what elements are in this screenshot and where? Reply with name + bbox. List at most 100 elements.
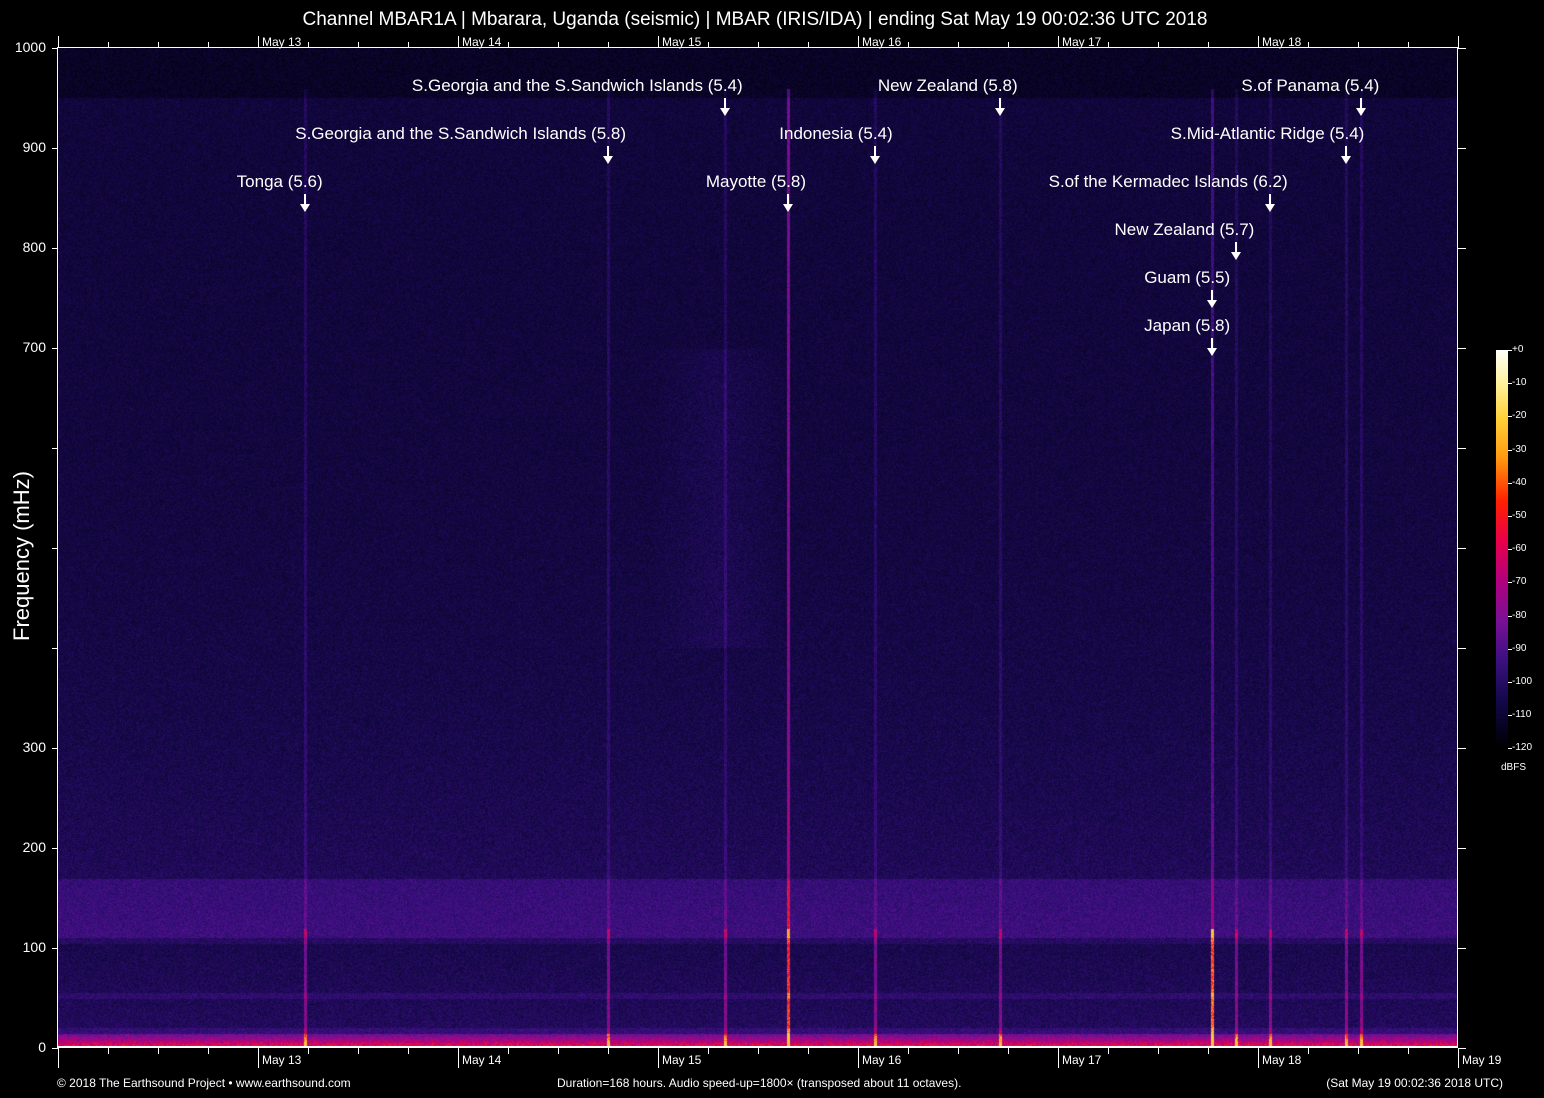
y-tick-right [1458, 948, 1466, 949]
x-tick [1008, 1048, 1009, 1054]
y-tick-right [1458, 248, 1466, 249]
x-tick [208, 1048, 209, 1054]
x-tick [1308, 1048, 1309, 1054]
x-tick-label-top: May 15 [662, 35, 701, 49]
x-tick-top [758, 42, 759, 48]
x-tick-label: May 14 [462, 1053, 501, 1067]
y-tick-label: 1000 [0, 39, 46, 55]
y-tick-right [1458, 348, 1466, 349]
event-label: S.Mid-Atlantic Ridge (5.4) [1171, 124, 1365, 144]
colorbar-tick-label: -120 [1512, 742, 1532, 753]
x-tick-top [308, 42, 309, 48]
x-tick [1208, 1048, 1209, 1054]
y-tick-right [1458, 48, 1466, 49]
x-tick-top [1258, 36, 1259, 48]
x-tick-top [958, 42, 959, 48]
y-tick [52, 448, 58, 449]
x-tick [1358, 1048, 1359, 1054]
x-tick-top [158, 42, 159, 48]
x-tick [1458, 1048, 1459, 1068]
x-tick-top [258, 36, 259, 48]
x-tick-top [458, 36, 459, 48]
colorbar-unit: dBFS [1501, 762, 1526, 773]
x-tick-top [808, 42, 809, 48]
y-tick-label: 900 [0, 139, 46, 155]
x-tick-top [1158, 42, 1159, 48]
x-tick-top [1108, 42, 1109, 48]
x-tick [1158, 1048, 1159, 1054]
y-tick-right [1458, 648, 1466, 649]
x-tick [1058, 1048, 1059, 1068]
x-tick-label: May 13 [262, 1053, 301, 1067]
x-tick-label: May 18 [1262, 1053, 1301, 1067]
footer-timestamp: (Sat May 19 00:02:36 2018 UTC) [1326, 1076, 1503, 1090]
x-tick-label-top: May 17 [1062, 35, 1101, 49]
x-tick [558, 1048, 559, 1054]
colorbar-tick-label: -90 [1512, 643, 1526, 654]
x-tick-top [858, 36, 859, 48]
x-tick-label: May 16 [862, 1053, 901, 1067]
x-tick-top [658, 36, 659, 48]
x-tick [758, 1048, 759, 1054]
y-tick [52, 348, 58, 349]
y-axis-label: Frequency (mHz) [9, 461, 35, 651]
x-tick-top [208, 42, 209, 48]
x-tick-top [58, 36, 59, 48]
x-tick [158, 1048, 159, 1054]
y-tick [52, 548, 58, 549]
colorbar-tick-label: -10 [1512, 377, 1526, 388]
colorbar [1496, 350, 1508, 748]
event-label: Tonga (5.6) [237, 172, 323, 192]
y-tick-right [1458, 548, 1466, 549]
x-tick [108, 1048, 109, 1054]
x-tick [658, 1048, 659, 1068]
y-tick [52, 48, 58, 49]
colorbar-tick-label: -60 [1512, 543, 1526, 554]
x-tick [308, 1048, 309, 1054]
x-tick-top [708, 42, 709, 48]
x-tick-top [1308, 42, 1309, 48]
event-label: Indonesia (5.4) [779, 124, 892, 144]
colorbar-tick-label: -80 [1512, 610, 1526, 621]
y-tick-label: 0 [0, 1039, 46, 1055]
event-label: New Zealand (5.8) [878, 76, 1018, 96]
spectrogram-plot [58, 48, 1458, 1048]
footer-duration: Duration=168 hours. Audio speed-up=1800×… [557, 1076, 961, 1090]
event-label: S.Georgia and the S.Sandwich Islands (5.… [295, 124, 626, 144]
y-tick-label: 300 [0, 739, 46, 755]
x-tick [58, 1048, 59, 1068]
x-tick [408, 1048, 409, 1054]
x-tick-top [1058, 36, 1059, 48]
x-tick-top [608, 42, 609, 48]
x-tick-top [1358, 42, 1359, 48]
y-tick-right [1458, 848, 1466, 849]
x-tick-label-top: May 13 [262, 35, 301, 49]
x-tick-label: May 19 [1462, 1053, 1501, 1067]
colorbar-tick-label: -50 [1512, 510, 1526, 521]
y-tick-right [1458, 748, 1466, 749]
y-tick [52, 848, 58, 849]
y-tick [52, 648, 58, 649]
y-tick-label: 200 [0, 839, 46, 855]
x-tick [1258, 1048, 1259, 1068]
x-tick-label-top: May 16 [862, 35, 901, 49]
y-tick [52, 748, 58, 749]
x-tick-top [1458, 36, 1459, 48]
y-tick-right [1458, 1048, 1466, 1049]
y-tick [52, 148, 58, 149]
footer-copyright: © 2018 The Earthsound Project • www.eart… [57, 1076, 351, 1090]
event-label: New Zealand (5.7) [1115, 220, 1255, 240]
x-tick [708, 1048, 709, 1054]
y-tick-label: 100 [0, 939, 46, 955]
x-tick [358, 1048, 359, 1054]
chart-title: Channel MBAR1A | Mbarara, Uganda (seismi… [0, 9, 1510, 31]
x-tick-top [408, 42, 409, 48]
colorbar-tick-label: -100 [1512, 676, 1532, 687]
x-tick [908, 1048, 909, 1054]
event-label: S.of the Kermadec Islands (6.2) [1049, 172, 1288, 192]
y-tick-right [1458, 448, 1466, 449]
colorbar-tick-label: -70 [1512, 576, 1526, 587]
x-tick-top [1008, 42, 1009, 48]
x-tick [808, 1048, 809, 1054]
event-label: Japan (5.8) [1144, 316, 1230, 336]
